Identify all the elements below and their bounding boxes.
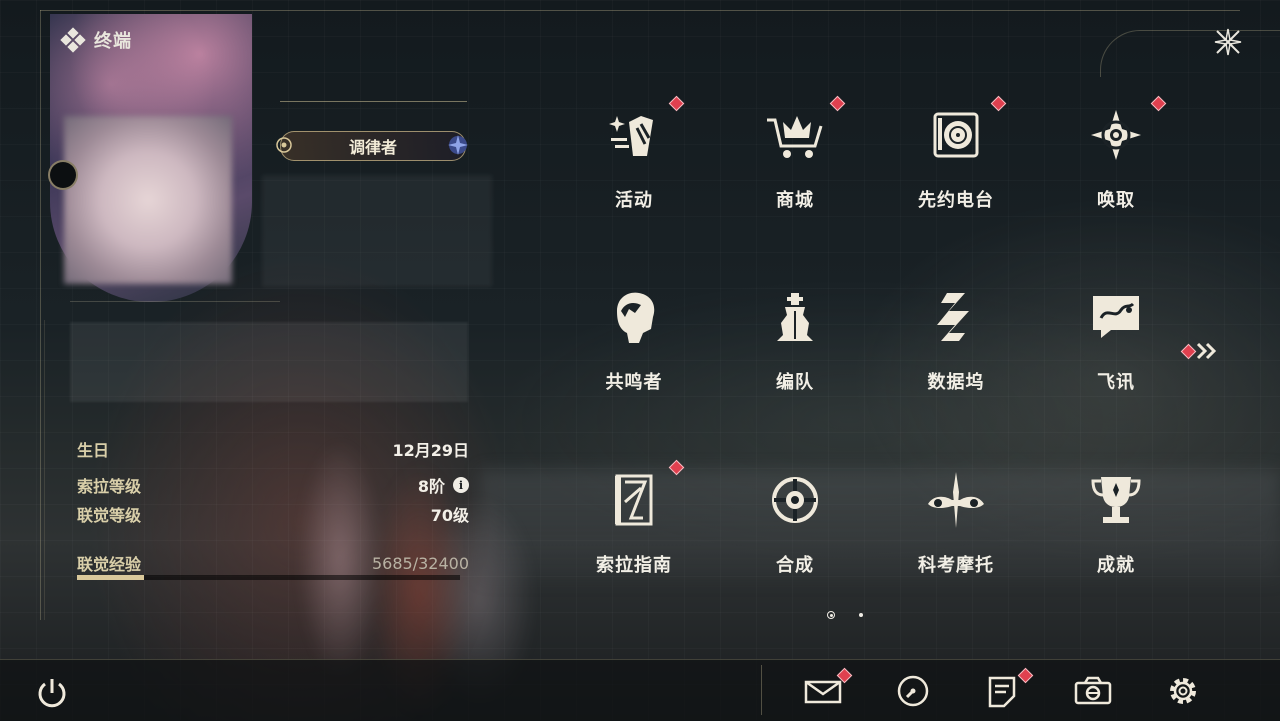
close-button[interactable]	[1206, 22, 1250, 62]
title-badge-label: 调律者	[348, 138, 397, 157]
page-dot-active[interactable]	[827, 611, 835, 619]
avatar-ring	[48, 160, 78, 190]
stat-sola-level: 索拉等级 8阶 i	[77, 473, 469, 497]
menu-item-label: 数据坞	[927, 372, 985, 393]
frame-line	[40, 10, 1240, 11]
menu-item-label: 索拉指南	[596, 555, 672, 576]
document-icon	[988, 676, 1016, 708]
menu-item-label: 唤取	[1097, 190, 1135, 211]
menu-item-guide[interactable]: 索拉指南	[574, 459, 694, 625]
divider	[70, 301, 280, 302]
frame-line	[44, 320, 45, 620]
notification-badge	[668, 459, 685, 476]
menu-item-data-bank[interactable]: 数据坞	[896, 282, 1016, 442]
menu-item-label: 编队	[776, 372, 814, 393]
guide-book-icon	[599, 465, 669, 535]
clock-icon	[897, 675, 929, 707]
double-chevron-right-icon	[1196, 342, 1217, 360]
settings-button[interactable]	[1161, 671, 1205, 711]
data-bank-icon	[921, 282, 991, 352]
title-badge[interactable]: 调律者	[276, 131, 468, 161]
menu-item-label: 活动	[615, 190, 653, 211]
menu-item-activity[interactable]: 活动	[574, 95, 694, 260]
camera-button[interactable]	[1071, 671, 1115, 711]
exp-progress-bar	[77, 575, 460, 580]
page-title: 终端	[94, 31, 132, 52]
mail-icon	[804, 680, 842, 704]
team-chess-icon	[760, 282, 830, 352]
player-signature-redacted[interactable]	[70, 322, 468, 402]
divider	[761, 665, 762, 715]
name-underline	[280, 101, 467, 102]
avatar[interactable]	[64, 116, 232, 284]
menu-item-synthesis[interactable]: 合成	[735, 465, 855, 625]
info-icon[interactable]: i	[453, 477, 469, 493]
menu-item-motorcycle[interactable]: 科考摩托	[896, 465, 1016, 625]
notification-badge	[668, 95, 685, 112]
camera-icon	[1074, 676, 1112, 705]
menu-item-label: 成就	[1097, 555, 1135, 576]
menu-item-label: 科考摩托	[918, 555, 994, 576]
menu-item-label: 飞讯	[1097, 372, 1135, 393]
synthesis-icon	[760, 465, 830, 535]
stat-label: 联觉经验	[77, 555, 142, 574]
page-dot[interactable]	[859, 613, 863, 617]
message-icon	[1081, 282, 1151, 352]
stat-value: 70级	[430, 506, 469, 525]
menu-item-label: 合成	[776, 555, 814, 576]
notification-badge	[829, 95, 846, 112]
badge-flower-icon	[448, 135, 468, 155]
menu-item-label: 先约电台	[918, 190, 994, 211]
stat-union-exp: 联觉经验 5685/32400	[77, 551, 469, 575]
notes-button[interactable]	[980, 667, 1034, 711]
trophy-icon	[1081, 465, 1151, 535]
menu-item-resonator[interactable]: 共鸣者	[574, 282, 694, 442]
close-icon	[1214, 28, 1242, 56]
resonator-icon	[599, 282, 669, 352]
menu-item-label: 共鸣者	[605, 372, 663, 393]
page-indicator	[827, 611, 863, 619]
badge-ornament-icon	[276, 137, 292, 153]
page-header: 终端	[60, 27, 132, 53]
notification-badge	[1150, 95, 1167, 112]
menu-item-summon[interactable]: 唤取	[1056, 95, 1176, 260]
stat-label: 联觉等级	[77, 506, 142, 525]
exp-progress-fill	[77, 575, 145, 580]
player-name-redacted	[262, 175, 492, 287]
notification-badge	[990, 95, 1007, 112]
next-page-button[interactable]	[1180, 340, 1222, 362]
motorcycle-icon	[921, 465, 991, 535]
mail-button[interactable]	[801, 667, 853, 711]
stat-union-level: 联觉等级 70级	[77, 502, 469, 526]
stat-birthday: 生日 12月29日	[77, 437, 469, 461]
stat-label: 索拉等级	[77, 477, 142, 496]
menu-item-achievement[interactable]: 成就	[1056, 465, 1176, 625]
stat-value: 5685/32400	[371, 553, 469, 573]
frame-line	[40, 10, 41, 620]
summon-compass-icon	[1081, 100, 1151, 170]
stat-value: 8阶	[417, 477, 445, 496]
terminal-icon	[60, 27, 86, 53]
stat-label: 生日	[77, 441, 110, 460]
power-icon	[38, 679, 66, 708]
time-button[interactable]	[891, 671, 935, 711]
power-button[interactable]	[33, 674, 71, 712]
radio-icon	[921, 100, 991, 170]
menu-item-message[interactable]: 飞讯	[1056, 282, 1176, 442]
menu-item-team[interactable]: 编队	[735, 282, 855, 442]
menu-item-shop[interactable]: 商城	[735, 95, 855, 260]
gear-icon	[1170, 678, 1196, 704]
shop-cart-icon	[760, 100, 830, 170]
stat-value: 12月29日	[392, 441, 469, 460]
menu-item-label: 商城	[776, 190, 814, 211]
menu-item-radio[interactable]: 先约电台	[896, 95, 1016, 260]
frame-line	[1100, 30, 1280, 77]
activity-icon	[599, 100, 669, 170]
